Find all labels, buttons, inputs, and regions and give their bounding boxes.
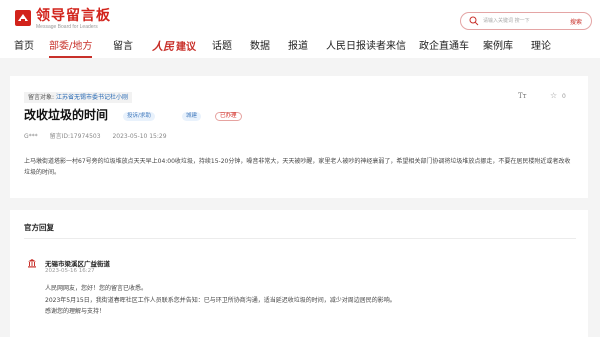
nav-item-suggestions-label: 建议	[176, 42, 196, 53]
search-box: 搜索	[460, 12, 592, 30]
reply-datetime: 2023-05-16 16:27	[45, 268, 95, 274]
message-card: 留言对象: 江苏省无锡市委书记杜小刚 Tт ☆ 0 改收垃圾的时间 投诉/求助 …	[10, 76, 588, 198]
like-count: 0	[562, 93, 566, 100]
nav-item-ministries-local[interactable]: 部委/地方	[49, 40, 93, 58]
like-icon[interactable]: ☆	[550, 91, 557, 100]
official-reply-heading: 官方回复	[24, 223, 54, 232]
search-input[interactable]	[483, 15, 561, 27]
nav-item-gov-enterprise[interactable]: 政企直通车	[419, 40, 469, 56]
nav-item-home[interactable]: 首页	[14, 40, 34, 56]
people-brand-mark: 人民	[152, 40, 174, 53]
nav-item-readers-letters[interactable]: 人民日报读者来信	[326, 40, 406, 56]
reply-line: 感谢您的理解与支持！	[45, 308, 106, 315]
nav-item-messages[interactable]: 留言	[113, 40, 133, 56]
top-header: 领导留言板 Message Board for Leaders 搜索	[0, 0, 600, 38]
message-datetime: 2023-05-10 15:29	[112, 133, 167, 140]
site-logo[interactable]: 领导留言板 Message Board for Leaders	[14, 8, 114, 32]
reply-line: 人民网网友，您好！您的留言已收悉。	[45, 285, 148, 292]
divider	[24, 238, 576, 239]
logo-subtitle: Message Board for Leaders	[36, 24, 98, 30]
logo-title: 领导留言板	[36, 8, 111, 24]
nav-item-suggestions[interactable]: 人民 建议	[152, 40, 196, 56]
nav-item-reports[interactable]: 报道	[288, 40, 308, 56]
nav-item-theory[interactable]: 理论	[531, 40, 551, 56]
message-meta: G*** 留言ID:17974503 2023-05-10 15:29	[24, 131, 177, 140]
status-badge: 已办理	[215, 112, 242, 121]
search-icon	[469, 16, 479, 26]
tag-urban-construction[interactable]: 城建	[182, 112, 202, 121]
message-target-link[interactable]: 江苏省无锡市委书记杜小刚	[56, 94, 128, 101]
reply-line: 2023年5月15日，我街道春晖社区工作人员联系您并告知：已与环卫所协商沟通，适…	[45, 296, 396, 304]
nav-item-data[interactable]: 数据	[250, 40, 270, 56]
government-building-icon	[28, 259, 36, 268]
logo-icon	[15, 10, 31, 26]
font-size-icon[interactable]: Tт	[518, 92, 527, 100]
nav-item-case-library[interactable]: 案例库	[483, 40, 513, 56]
message-author: G***	[24, 133, 38, 140]
official-reply-card: 官方回复 无锡市梁溪区广益街道 2023-05-16 16:27 人民网网友，您…	[10, 210, 588, 337]
nav-item-topics[interactable]: 话题	[212, 40, 232, 56]
message-body: 上马墩街道塔影一村67号旁的垃圾堆放点天天早上04:00收垃圾，持续15-20分…	[24, 158, 571, 176]
message-target-label: 留言对象:	[28, 94, 55, 101]
tag-complaint[interactable]: 投诉/求助	[123, 112, 155, 121]
message-title: 改收垃圾的时间	[24, 108, 109, 122]
reply-department[interactable]: 无锡市梁溪区广益街道	[45, 258, 110, 268]
main-nav: 首页 部委/地方 留言 人民 建议 话题 数据 报道 人民日报读者来信 政企直通车…	[0, 38, 600, 58]
search-button[interactable]: 搜索	[563, 14, 589, 28]
reply-body: 人民网网友，您好！您的留言已收悉。 2023年5月15日，我街道春晖社区工作人员…	[45, 283, 575, 318]
message-id: 留言ID:17974503	[49, 133, 101, 140]
message-target: 留言对象: 江苏省无锡市委书记杜小刚	[24, 92, 132, 103]
